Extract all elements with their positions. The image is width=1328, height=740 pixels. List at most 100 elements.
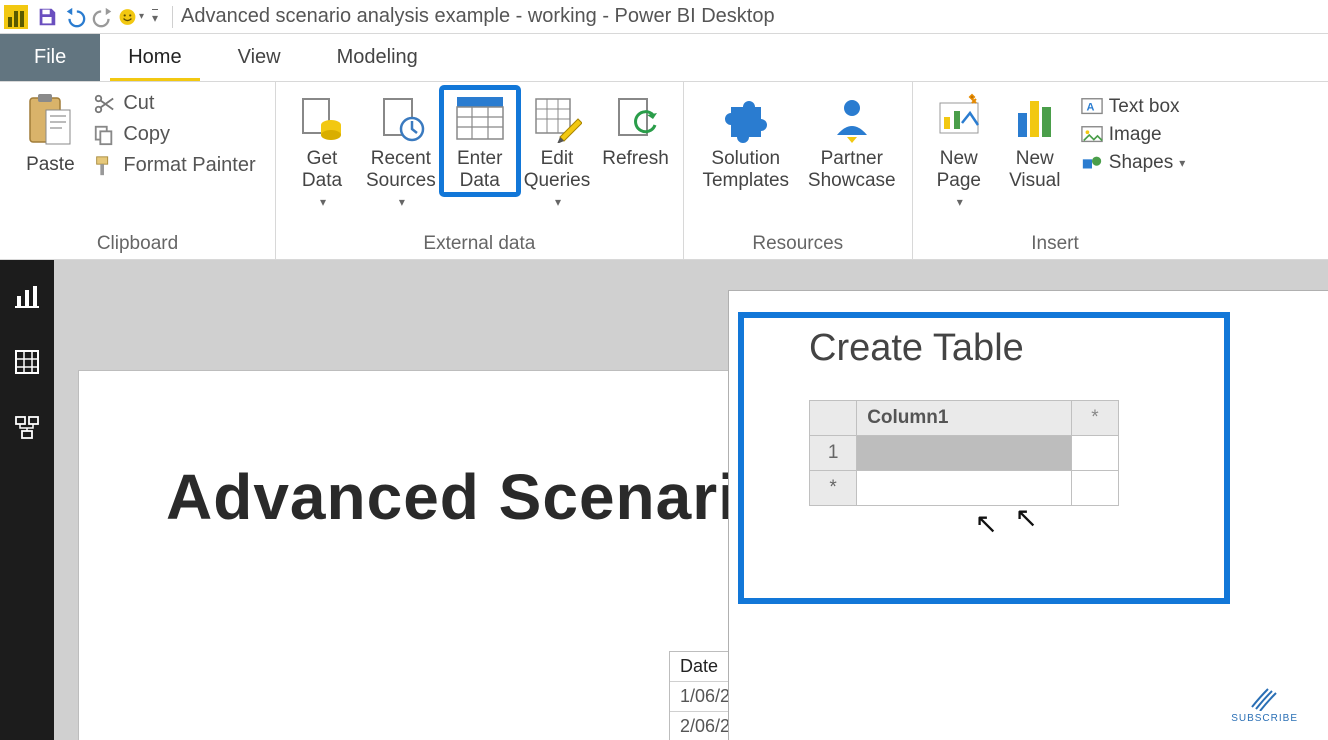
enter-data-icon [455,95,505,141]
paste-button[interactable]: Paste [15,88,85,178]
svg-text:A: A [1086,102,1094,114]
model-view-icon [13,414,41,442]
ribbon-group-clipboard: Paste Cut Copy Format Painter Clipboard [0,82,276,259]
redo-icon [92,6,114,28]
smile-feedback-button[interactable]: ▾ [118,4,144,30]
add-column-star[interactable]: * [1071,401,1118,436]
report-view-button[interactable] [9,278,45,314]
cell[interactable] [857,471,1072,506]
textbox-icon: A [1081,97,1103,117]
cut-button[interactable]: Cut [89,90,259,117]
image-button[interactable]: Image [1077,122,1189,148]
format-painter-icon [93,155,115,177]
ribbon-tabs: File Home View Modeling [0,34,1328,82]
get-data-button[interactable]: GetData▾ [284,88,360,216]
report-view-icon [13,282,41,310]
row-number: 1 [810,436,857,471]
add-row-star[interactable]: * [810,471,857,506]
group-label-external-data: External data [423,231,535,255]
dna-icon [1248,685,1282,711]
quick-access-toolbar: ▾ ▾ [4,4,164,30]
image-icon [1081,125,1103,145]
new-visual-button[interactable]: NewVisual [997,88,1073,194]
ribbon-group-insert: NewPage▾ NewVisual A Text box Image Shap… [913,82,1197,259]
qat-customize-dropdown[interactable]: ▾ [146,4,164,30]
undo-icon [64,6,86,28]
tab-file[interactable]: File [0,34,100,81]
enter-data-button[interactable]: EnterData [442,88,518,194]
get-data-label: GetData [302,148,342,192]
partner-icon [827,93,877,143]
titlebar-separator [172,6,173,28]
shapes-label: Shapes [1109,152,1173,174]
new-visual-label: NewVisual [1009,148,1060,192]
tab-home[interactable]: Home [100,34,209,81]
textbox-label: Text box [1109,96,1180,118]
refresh-label: Refresh [602,148,669,170]
cell[interactable] [1071,436,1118,471]
smile-icon [118,6,137,28]
shapes-icon [1081,153,1103,173]
cell[interactable] [1071,471,1118,506]
data-view-button[interactable] [9,344,45,380]
solution-templates-label: SolutionTemplates [702,148,789,192]
edit-queries-label: EditQueries [524,148,591,192]
get-data-icon [297,93,347,143]
partner-showcase-button[interactable]: PartnerShowcase [800,88,904,194]
recent-sources-icon [376,93,426,143]
data-view-icon [13,348,41,376]
create-table-title: Create Table [809,327,1328,370]
create-table-panel: Create Table Column1 * 1 * [728,290,1328,740]
recent-sources-label: RecentSources [366,148,436,192]
shapes-button[interactable]: Shapes▾ [1077,150,1189,176]
format-painter-label: Format Painter [123,154,255,177]
ribbon: Paste Cut Copy Format Painter Clipboard [0,82,1328,260]
image-label: Image [1109,124,1162,146]
refresh-button[interactable]: Refresh [596,88,675,172]
grid-corner[interactable] [810,401,857,436]
copy-label: Copy [123,123,170,146]
redo-button[interactable] [90,4,116,30]
workspace: Advanced Scenario Date 1/06/2014 2/06/20… [0,260,1328,740]
create-table-grid[interactable]: Column1 * 1 * [809,400,1119,506]
copy-button[interactable]: Copy [89,121,259,148]
report-title-text: Advanced Scenario [166,460,777,534]
clipboard-small-commands: Cut Copy Format Painter [89,90,259,179]
edit-queries-icon [532,93,582,143]
group-label-resources: Resources [752,231,843,255]
insert-small-commands: A Text box Image Shapes▾ [1077,94,1189,176]
column-header[interactable]: Column1 [857,401,1072,436]
active-cell[interactable] [857,436,1072,471]
new-visual-icon [1010,93,1060,143]
undo-button[interactable] [62,4,88,30]
new-page-icon [934,93,984,143]
solution-templates-button[interactable]: SolutionTemplates [692,88,800,194]
window-title: Advanced scenario analysis example - wor… [181,5,775,28]
enter-data-label: EnterData [457,148,502,192]
puzzle-icon [721,93,771,143]
save-button[interactable] [34,4,60,30]
tab-view[interactable]: View [210,34,309,81]
powerbi-logo-icon [4,5,28,29]
recent-sources-button[interactable]: RecentSources▾ [360,88,442,216]
tab-modeling[interactable]: Modeling [309,34,446,81]
new-page-button[interactable]: NewPage▾ [921,88,997,216]
model-view-button[interactable] [9,410,45,446]
canvas-area: Advanced Scenario Date 1/06/2014 2/06/20… [54,260,1328,740]
refresh-icon [611,93,661,143]
ribbon-group-external-data: GetData▾ RecentSources▾ EnterData EditQu… [276,82,684,259]
save-icon [36,6,58,28]
scissors-icon [93,93,115,115]
textbox-button[interactable]: A Text box [1077,94,1189,120]
new-page-label: NewPage [937,148,981,192]
edit-queries-button[interactable]: EditQueries▾ [518,88,597,216]
paste-icon [26,92,74,150]
cut-label: Cut [123,92,154,115]
view-sidebar [0,260,54,740]
group-label-clipboard: Clipboard [97,231,178,255]
copy-icon [93,124,115,146]
title-bar: ▾ ▾ Advanced scenario analysis example -… [0,0,1328,34]
subscribe-watermark: SUBSCRIBE [1231,685,1298,724]
format-painter-button[interactable]: Format Painter [89,152,259,179]
paste-label: Paste [26,154,75,176]
